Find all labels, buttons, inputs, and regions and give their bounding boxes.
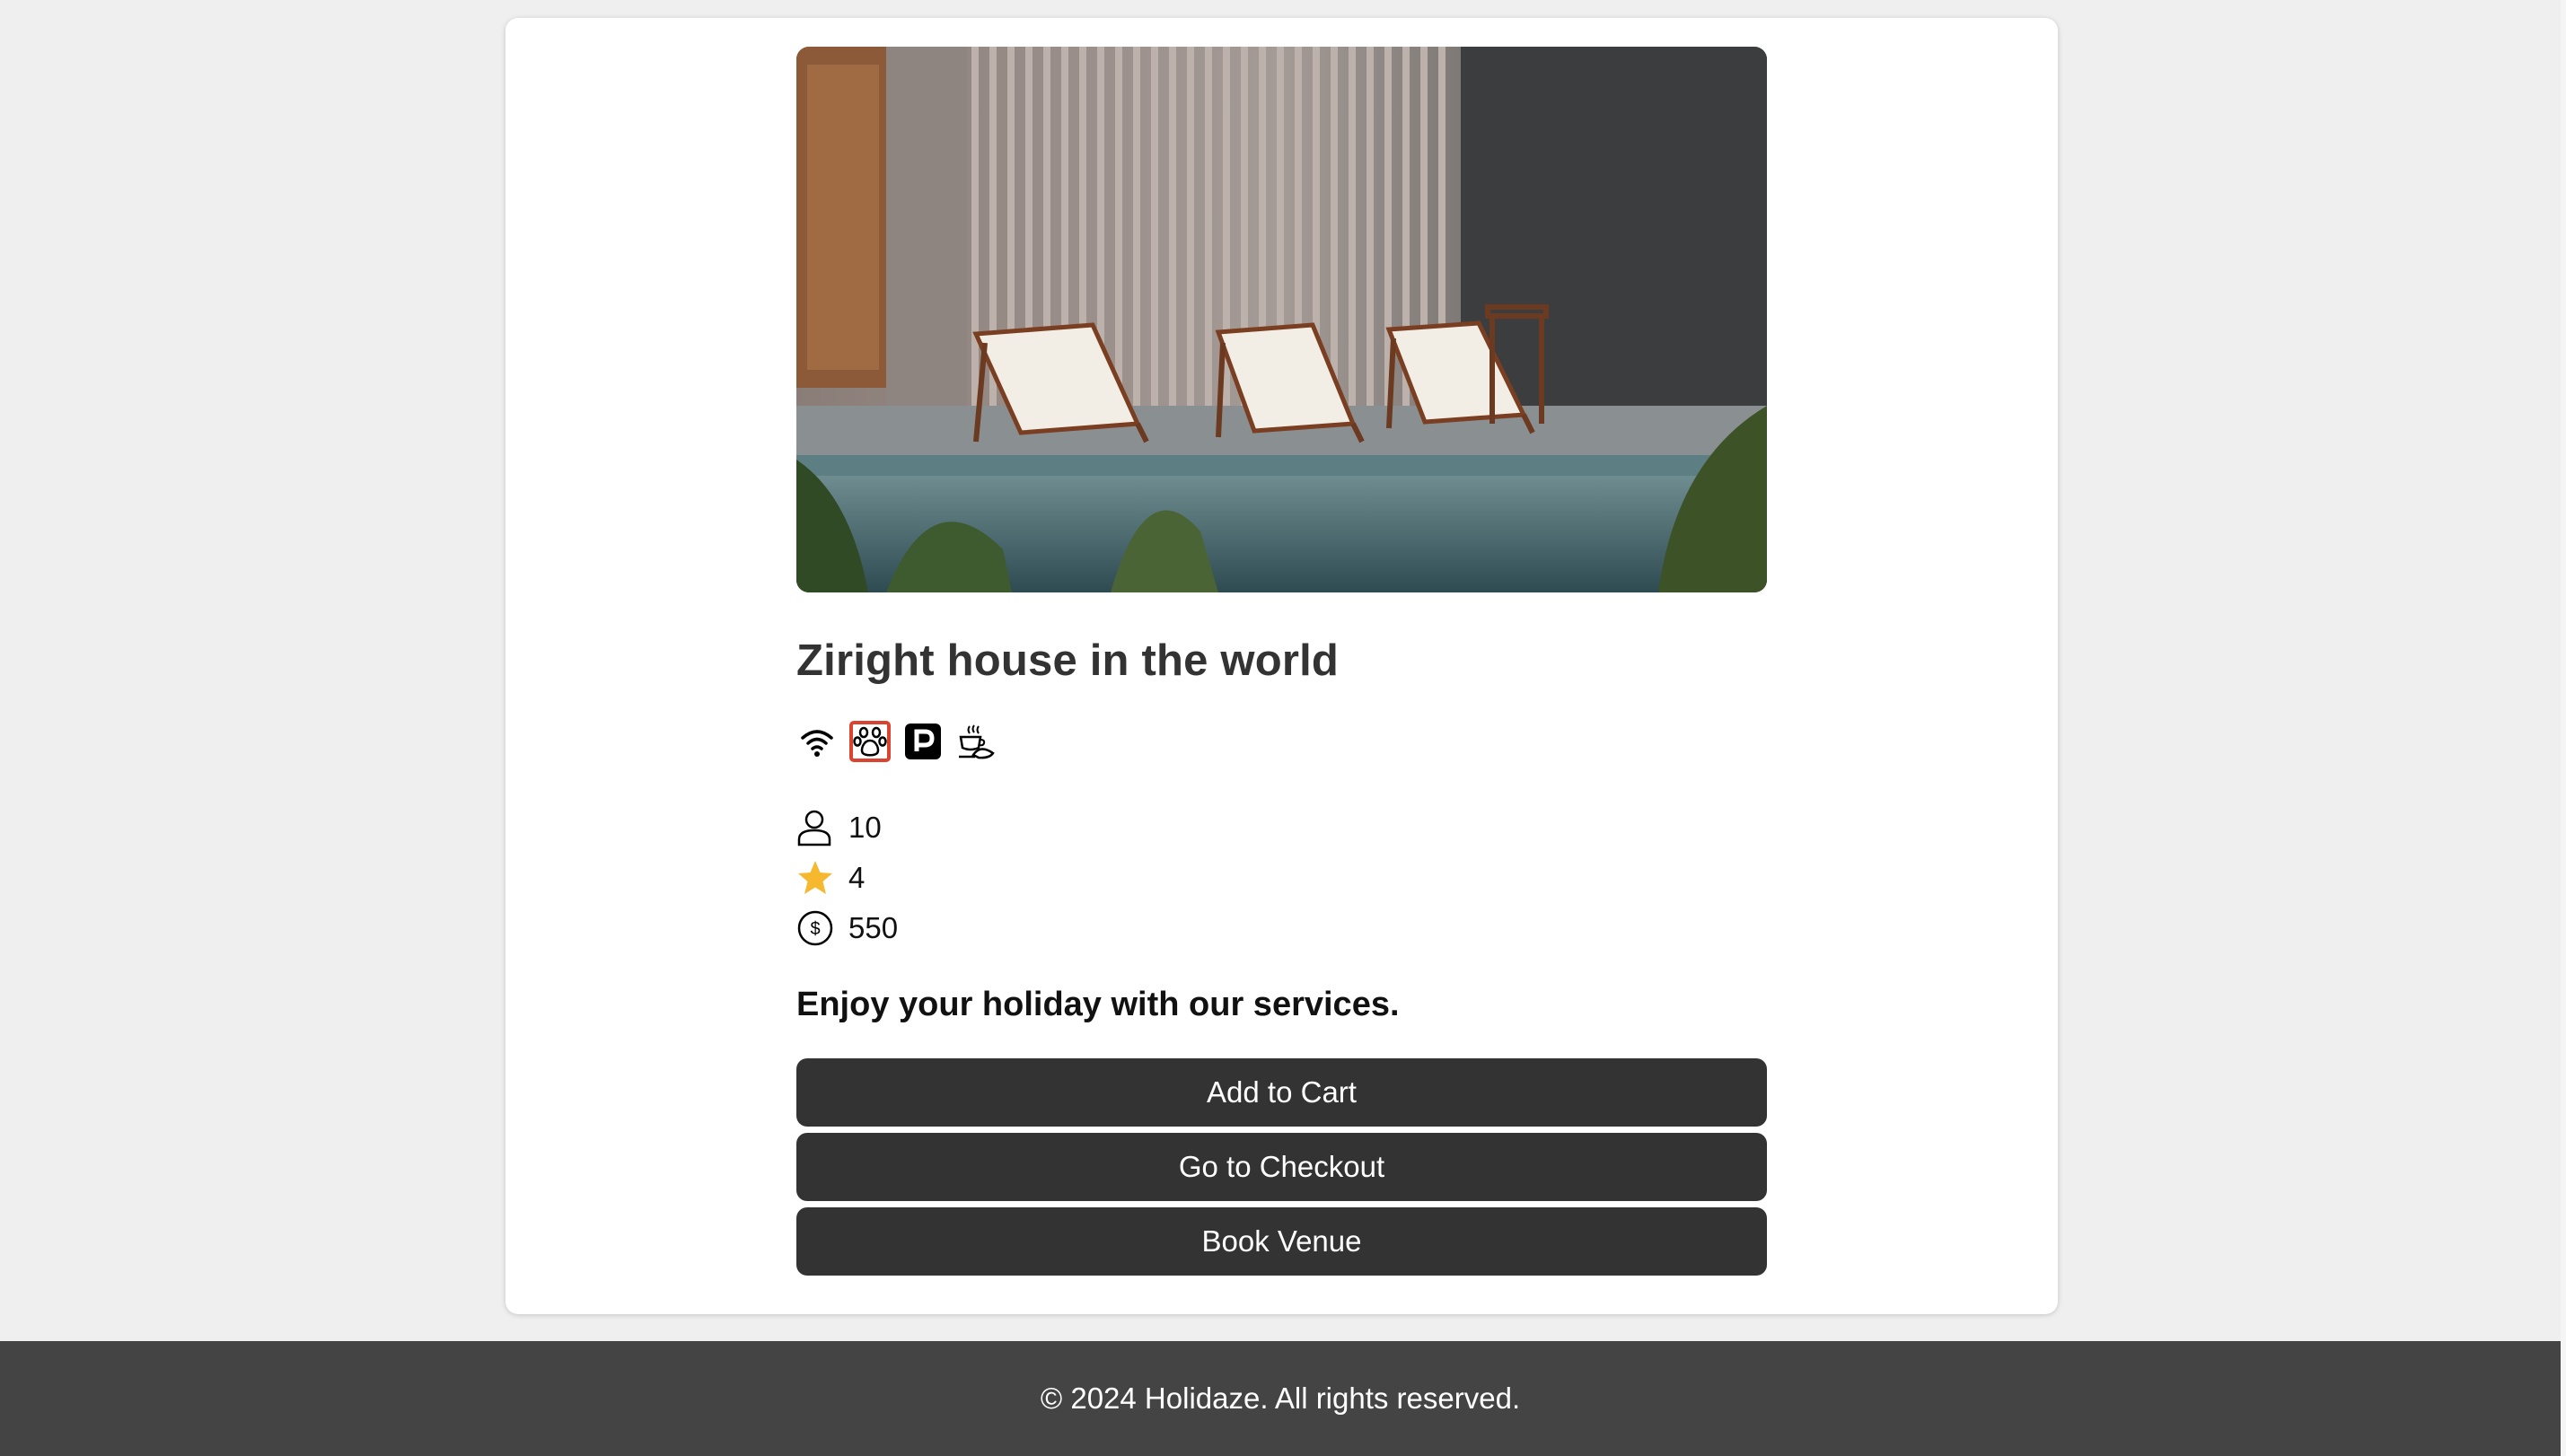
venue-tagline: Enjoy your holiday with our services. (796, 986, 1400, 1023)
footer-copyright: © 2024 Holidaze. All rights reserved. (1040, 1381, 1521, 1415)
parking-icon (902, 721, 944, 762)
venue-content: Ziright house in the world 10 4 $ 550 En… (796, 47, 1767, 1276)
book-venue-button[interactable]: Book Venue (796, 1207, 1767, 1276)
guests-value: 10 (848, 811, 882, 844)
venue-stats: 10 4 $ 550 (796, 803, 1767, 953)
price-stat: $ 550 (796, 903, 1767, 953)
go-to-checkout-button[interactable]: Go to Checkout (796, 1133, 1767, 1201)
svg-text:$: $ (810, 919, 820, 939)
amenities-list (796, 720, 1767, 763)
dollar-icon: $ (796, 908, 838, 949)
star-icon (796, 857, 838, 899)
rating-stat: 4 (796, 853, 1767, 903)
paw-icon (849, 721, 891, 762)
scrollbar[interactable] (2561, 0, 2566, 1456)
venue-image (796, 47, 1767, 592)
breakfast-icon (955, 721, 997, 762)
add-to-cart-button[interactable]: Add to Cart (796, 1058, 1767, 1127)
rating-value: 4 (848, 861, 866, 894)
price-value: 550 (848, 911, 899, 944)
wifi-icon (796, 721, 838, 762)
venue-title: Ziright house in the world (796, 636, 1340, 685)
site-footer: © 2024 Holidaze. All rights reserved. (0, 1341, 2561, 1456)
guests-stat: 10 (796, 803, 1767, 853)
venue-card: Ziright house in the world 10 4 $ 550 En… (505, 18, 2058, 1314)
person-icon (796, 807, 838, 848)
